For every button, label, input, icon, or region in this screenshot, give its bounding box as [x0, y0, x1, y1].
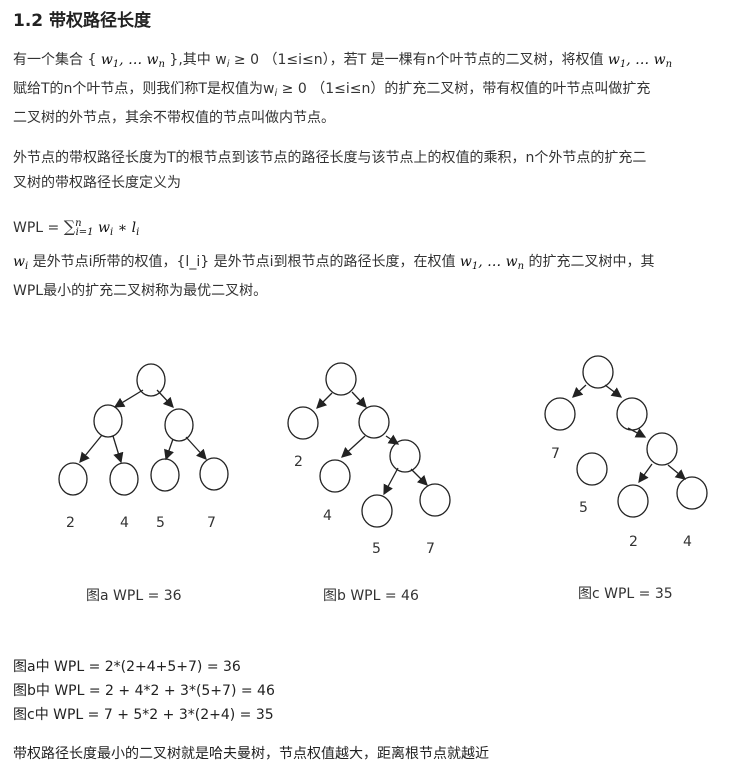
- binary-tree-figures: 2 4 5 7 2 4 5 7 7 5 2 4 图a WPL = 36 图b W…: [58, 355, 708, 604]
- weight-label: 2: [66, 515, 75, 531]
- leaf-node: [150, 458, 180, 492]
- calculation-b: 图b中 WPL = 2 + 4*2 + 3*(5+7) = 46: [13, 683, 275, 699]
- node: [389, 439, 421, 473]
- weight-label: 5: [156, 515, 165, 531]
- node: [358, 405, 390, 439]
- leaf-node: [544, 397, 576, 431]
- leaf-node: [617, 484, 649, 518]
- node: [136, 363, 166, 397]
- explanation-paragraph: wi 是外节点i所带的权值，{l_i} 是外节点i到根节点的路径长度，在权值 w…: [13, 254, 655, 299]
- weight-label: 5: [579, 500, 588, 516]
- node: [582, 355, 614, 389]
- wpl-formula: WPL = ∑ni=1 wi ∗ li: [13, 217, 140, 238]
- weight-label: 4: [323, 508, 332, 524]
- leaf-node: [576, 452, 608, 486]
- node: [325, 362, 357, 396]
- figure-caption-a: 图a WPL = 36: [86, 588, 182, 604]
- node: [646, 432, 678, 466]
- leaf-node: [109, 462, 139, 496]
- weight-label: 2: [629, 534, 638, 550]
- tree-c: [544, 355, 708, 518]
- weight-label: 4: [120, 515, 129, 531]
- leaf-node: [319, 459, 351, 493]
- weight-label: 7: [426, 541, 435, 557]
- node: [93, 404, 123, 438]
- leaf-node: [199, 457, 229, 491]
- section-title: 1.2 带权路径长度: [13, 11, 152, 31]
- leaf-node: [361, 494, 393, 528]
- tree-b: [287, 362, 451, 528]
- leaf-node: [676, 476, 708, 510]
- leaf-node: [287, 406, 319, 440]
- leaf-node: [419, 483, 451, 517]
- node: [164, 408, 194, 442]
- math-w1-wn: w1, … wn: [100, 52, 165, 70]
- leaf-node: [58, 462, 88, 496]
- node: [616, 397, 648, 431]
- definition-paragraph: 外节点的带权路径长度为T的根节点到该节点的路径长度与该节点上的权值的乘积，n个外…: [13, 150, 647, 191]
- weight-label: 7: [207, 515, 216, 531]
- calculation-a: 图a中 WPL = 2*(2+4+5+7) = 36: [13, 659, 241, 675]
- weight-label: 4: [683, 534, 692, 550]
- figure-caption-c: 图c WPL = 35: [578, 586, 673, 602]
- intro-paragraph: 有一个集合 { w1, … wn },其中 wi ≥ 0 （1≤i≤n），若T …: [13, 52, 673, 126]
- weight-label: 2: [294, 454, 303, 470]
- tree-a: [58, 363, 229, 496]
- calculation-c: 图c中 WPL = 7 + 5*2 + 3*(2+4) = 35: [13, 707, 274, 723]
- weight-label: 7: [551, 446, 560, 462]
- figure-caption-b: 图b WPL = 46: [323, 588, 419, 604]
- conclusion-text: 带权路径长度最小的二叉树就是哈夫曼树，节点权值越大，距离根节点就越近: [13, 746, 489, 762]
- weight-label: 5: [372, 541, 381, 557]
